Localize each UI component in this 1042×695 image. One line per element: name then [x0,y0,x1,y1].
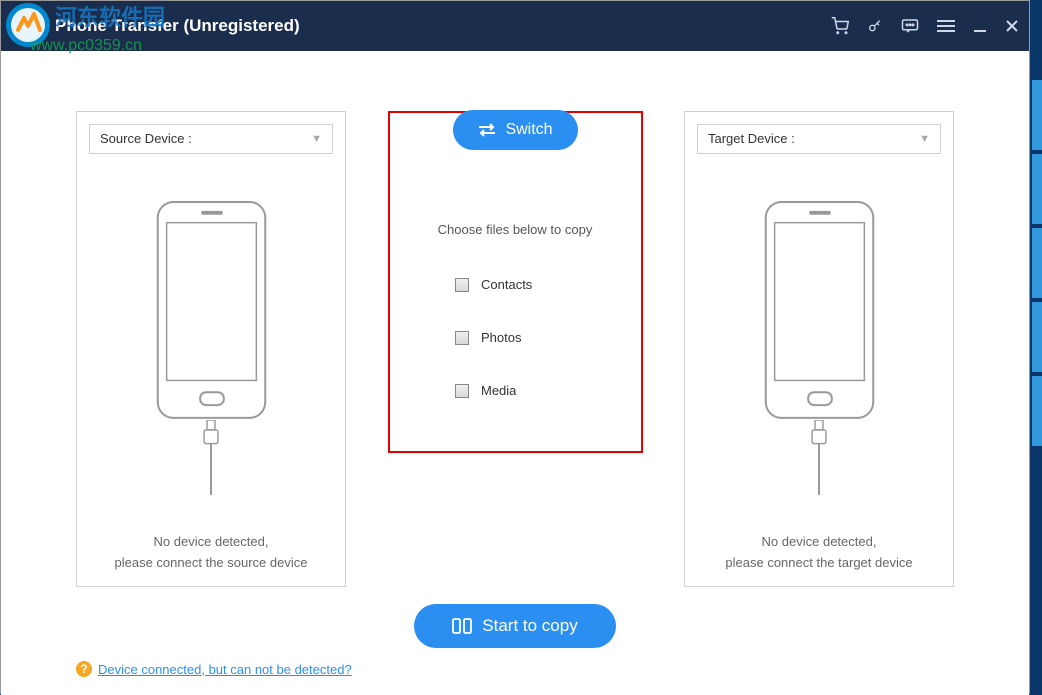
start-copy-button[interactable]: Start to copy [414,604,616,648]
source-select-label: Source Device : [100,131,192,146]
target-status-text: No device detected, please connect the t… [725,532,912,574]
contacts-option[interactable]: Contacts [455,277,532,292]
window-controls [831,1,1019,51]
media-label: Media [481,383,516,398]
source-status-text: No device detected, please connect the s… [115,532,308,574]
close-button[interactable] [1005,19,1019,33]
help-icon: ? [76,661,92,677]
cable-icon [203,420,219,495]
photos-checkbox[interactable] [455,331,469,345]
panels-row: Source Device : ▼ No device detected, p [76,111,954,648]
source-device-select[interactable]: Source Device : ▼ [89,124,333,154]
help-link[interactable]: Device connected, but can not be detecte… [98,662,352,677]
target-device-panel: Target Device : ▼ No device detected, p [684,111,954,587]
target-device-select[interactable]: Target Device : ▼ [697,124,941,154]
dropdown-caret-icon: ▼ [919,133,930,145]
photos-label: Photos [481,330,521,345]
media-checkbox[interactable] [455,384,469,398]
switch-arrows-icon [477,122,497,138]
switch-button[interactable]: Switch [453,110,578,150]
target-status-line2: please connect the target device [725,553,912,574]
target-select-label: Target Device : [708,131,795,146]
window-title: Phone Transfer (Unregistered) [55,16,300,36]
feedback-icon[interactable] [901,18,919,34]
copy-devices-icon [452,617,472,635]
source-status-line1: No device detected, [115,532,308,553]
target-status-line1: No device detected, [725,532,912,553]
source-status-line2: please connect the source device [115,553,308,574]
center-panel: Switch Choose files below to copy Contac… [388,111,643,648]
switch-button-label: Switch [505,121,552,139]
start-copy-label: Start to copy [482,616,577,636]
cable-icon [811,420,827,495]
source-device-panel: Source Device : ▼ No device detected, p [76,111,346,587]
photos-option[interactable]: Photos [455,330,521,345]
menu-icon[interactable] [937,19,955,33]
contacts-label: Contacts [481,277,532,292]
desktop-sidebar-tiles [1032,80,1042,480]
phone-outline-icon [154,199,269,421]
content-area: Source Device : ▼ No device detected, p [1,51,1029,695]
help-link-row: ? Device connected, but can not be detec… [76,661,352,677]
minimize-button[interactable] [973,19,987,33]
app-logo-icon [19,15,41,37]
dropdown-caret-icon: ▼ [311,133,322,145]
contacts-checkbox[interactable] [455,278,469,292]
app-window: Phone Transfer (Unregistered) [0,0,1030,694]
media-option[interactable]: Media [455,383,516,398]
phone-outline-icon [762,199,877,421]
cart-icon[interactable] [831,17,849,35]
file-options-list: Contacts Photos Media [455,277,575,398]
highlight-box: Switch Choose files below to copy Contac… [388,111,643,453]
choose-files-label: Choose files below to copy [438,222,593,237]
title-bar: Phone Transfer (Unregistered) [1,1,1029,51]
key-icon[interactable] [867,18,883,34]
